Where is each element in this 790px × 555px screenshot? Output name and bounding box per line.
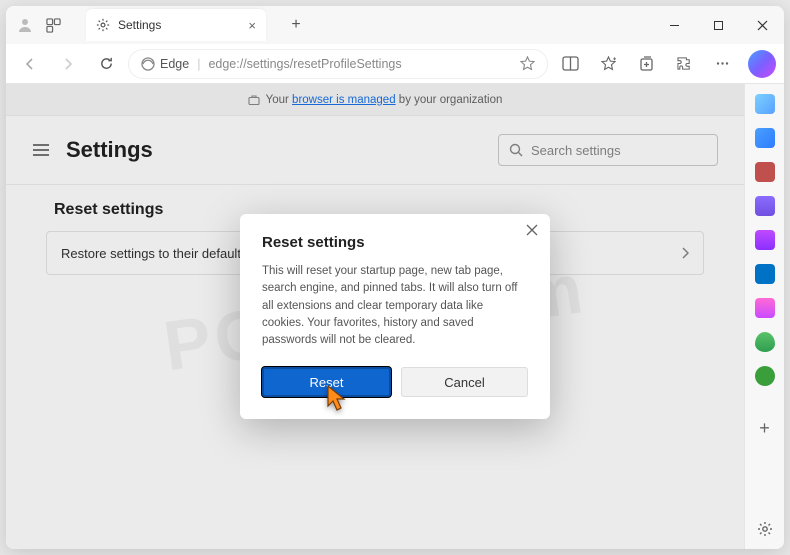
sidebar-app-2[interactable] [755, 128, 775, 148]
url-text: edge://settings/resetProfileSettings [208, 57, 401, 71]
toolbar: Edge | edge://settings/resetProfileSetti… [6, 44, 784, 84]
sidebar-app-8[interactable] [755, 332, 775, 352]
favorite-icon[interactable] [520, 56, 535, 71]
site-identity: Edge [141, 57, 189, 71]
dialog-body: This will reset your startup page, new t… [262, 263, 528, 349]
sidebar-app-9[interactable] [755, 366, 775, 386]
extensions-icon[interactable] [668, 48, 700, 80]
window-close-button[interactable] [740, 6, 784, 44]
sidebar-app-5[interactable] [755, 230, 775, 250]
copilot-icon[interactable] [748, 50, 776, 78]
dialog-close-button[interactable] [526, 224, 538, 236]
titlebar: Settings × + [6, 6, 784, 44]
site-label: Edge [160, 57, 189, 71]
forward-button[interactable] [52, 48, 84, 80]
tab-label: Settings [118, 18, 240, 32]
sidebar-app-4[interactable] [755, 196, 775, 216]
cancel-button[interactable]: Cancel [401, 367, 528, 397]
refresh-button[interactable] [90, 48, 122, 80]
edge-sidebar: + [744, 84, 784, 549]
sidebar-app-6[interactable] [755, 264, 775, 284]
edge-icon [141, 57, 155, 71]
new-tab-button[interactable]: + [282, 11, 310, 39]
titlebar-left: Settings × + [6, 9, 310, 41]
profile-icon[interactable] [16, 16, 34, 34]
reset-button[interactable]: Reset [262, 367, 391, 397]
window-controls [652, 6, 784, 44]
maximize-button[interactable] [696, 6, 740, 44]
collections-icon[interactable] [630, 48, 662, 80]
menu-icon[interactable] [706, 48, 738, 80]
back-button[interactable] [14, 48, 46, 80]
dialog-title: Reset settings [262, 234, 528, 251]
gear-icon [96, 18, 110, 32]
dialog-buttons: Reset Cancel [262, 367, 528, 397]
sidebar-add-button[interactable]: + [759, 418, 770, 439]
favorites-icon[interactable] [592, 48, 624, 80]
browser-tab[interactable]: Settings × [86, 9, 266, 41]
url-separator: | [197, 57, 200, 71]
close-tab-icon[interactable]: × [248, 18, 256, 33]
workspaces-icon[interactable] [44, 16, 62, 34]
sidebar-app-7[interactable] [755, 298, 775, 318]
sidebar-settings-icon[interactable] [757, 521, 773, 537]
minimize-button[interactable] [652, 6, 696, 44]
sidebar-app-1[interactable] [755, 94, 775, 114]
browser-window: Settings × + Edge | edge://settings/rese… [6, 6, 784, 549]
split-screen-icon[interactable] [554, 48, 586, 80]
address-bar[interactable]: Edge | edge://settings/resetProfileSetti… [128, 49, 548, 79]
sidebar-app-3[interactable] [755, 162, 775, 182]
reset-dialog: Reset settings This will reset your star… [240, 214, 550, 419]
